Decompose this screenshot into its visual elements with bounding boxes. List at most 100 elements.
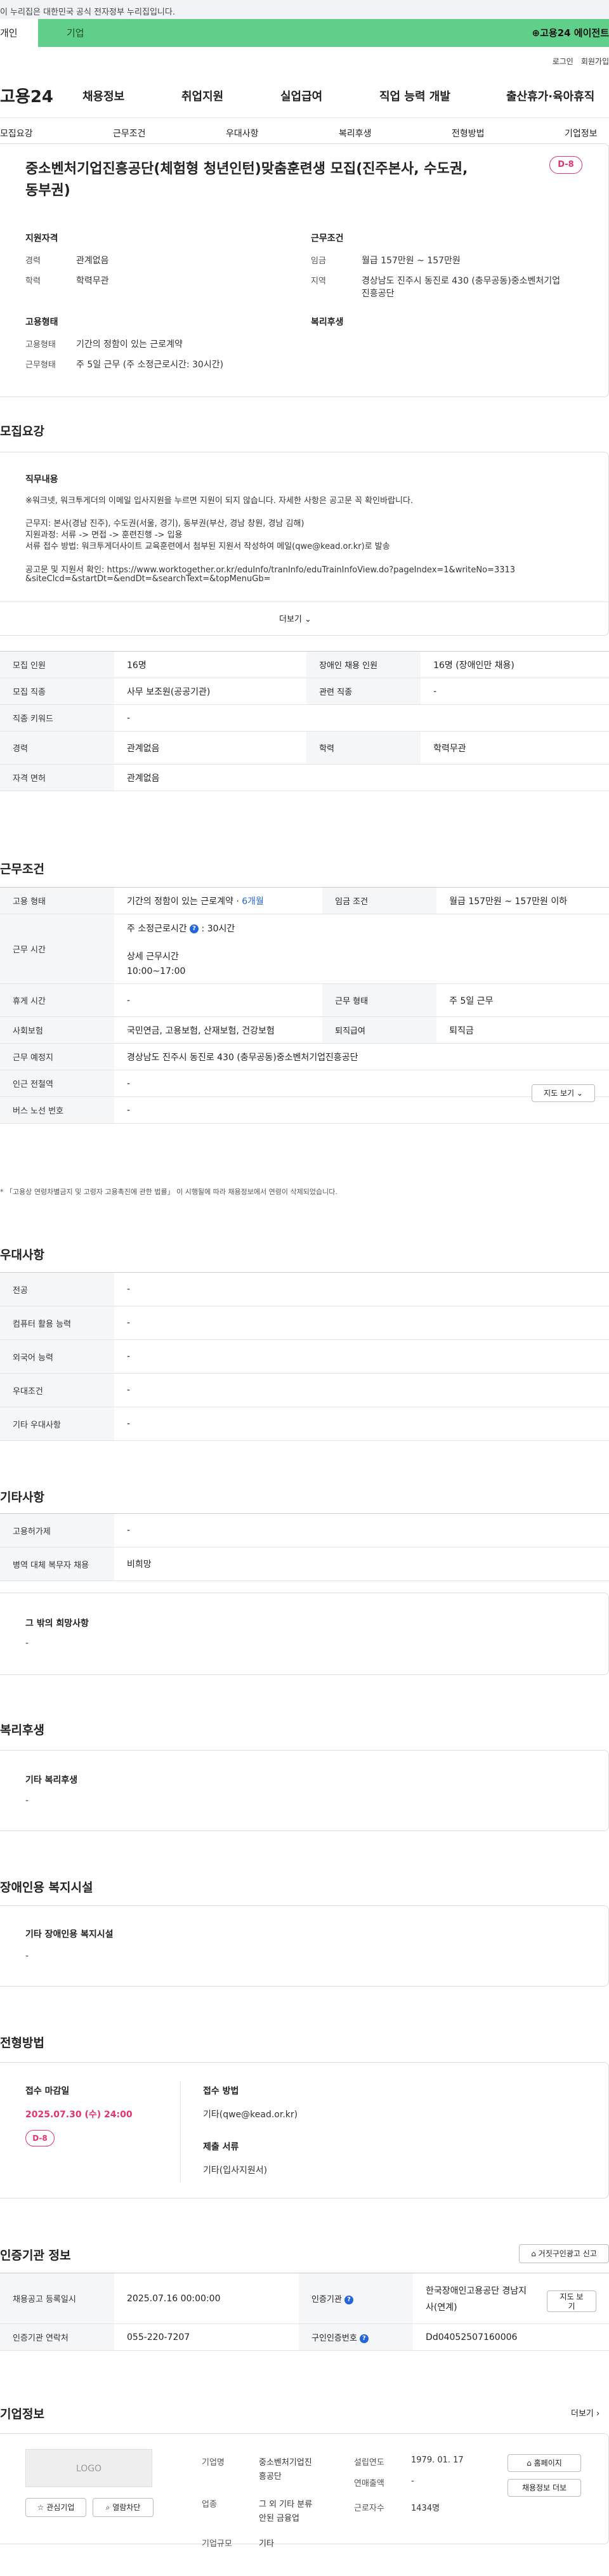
- search-icon: ⌕: [105, 2503, 110, 2512]
- favorite-company-button[interactable]: ☆ 관심기업: [25, 2498, 86, 2517]
- global-nav: 고용24 채용정보 취업지원 실업급여 직업 능력 개발 출산휴가·육아휴직: [0, 72, 609, 118]
- location-value-2: 진흥공단: [362, 289, 395, 299]
- tab-company[interactable]: 기업정보: [565, 127, 598, 140]
- menu-parental-leave[interactable]: 출산휴가·육아휴직: [506, 88, 594, 104]
- section-cert-title: 인증기관 정보: [0, 2249, 71, 2263]
- screening-box: [0, 2062, 609, 2198]
- cell-value: 055-220-7207: [114, 2323, 299, 2351]
- star-icon: ☆: [37, 2503, 44, 2512]
- founded-value: 1979. 01. 17: [411, 2455, 464, 2465]
- cell-value: -: [114, 1272, 609, 1306]
- etc-box-value: -: [25, 1638, 29, 1648]
- login-link[interactable]: 로그인: [553, 57, 573, 66]
- table-row: 인증기관 연락처 055-220-7207 구인인증번호 ? Dd0405250716…: [0, 2323, 609, 2351]
- cell-key: 근무 형태: [322, 983, 437, 1017]
- cell-value: 퇴직금: [436, 1016, 609, 1044]
- duty-heading: 직무내용: [25, 475, 58, 485]
- cell-value: -: [114, 704, 609, 732]
- etc-box-heading: 그 밖의 희망사항: [25, 1619, 89, 1629]
- duty-line-5[interactable]: 공고문 및 지원서 확인: https://www.worktogether.o…: [25, 563, 515, 575]
- report-ad-button[interactable]: ⌂ 거짓구인광고 신고: [519, 2244, 609, 2263]
- weekly-hours-label: 주 소정근로시간: [127, 923, 187, 934]
- top-bar: 개인 기업 ⊕고용24 에이전트: [0, 19, 609, 47]
- menu-skill-development[interactable]: 직업 능력 개발: [379, 88, 450, 104]
- cell-value: -: [114, 983, 323, 1017]
- tab-welfare[interactable]: 복리후생: [339, 127, 372, 140]
- industry-value-2: 안된 금융업: [259, 2514, 299, 2523]
- menu-employment-support[interactable]: 취업지원: [181, 88, 223, 104]
- cell-key: 모집 인원: [0, 651, 114, 678]
- info-icon[interactable]: ?: [344, 2295, 354, 2304]
- industry-value-1: 그 외 기타 분류: [259, 2500, 313, 2509]
- cert-map-button[interactable]: 지도 보기: [547, 2290, 596, 2312]
- table-row: 인근 전철역 -: [0, 1070, 609, 1097]
- table-row: 근무 시간 주 소정근로시간 ? : 30시간 상세 근무시간 10:00~17…: [0, 914, 609, 984]
- company-more-link[interactable]: 더보기 ›: [571, 2407, 599, 2419]
- cell-value: 16명 (장애인만 채용): [421, 651, 609, 678]
- page: 이 누리집은 대한민국 공식 전자정부 누리집입니다. 개인 기업 ⊕고용24 …: [0, 0, 609, 2576]
- weekly-hours-value: 30시간: [207, 923, 235, 934]
- info-icon[interactable]: ?: [190, 924, 199, 933]
- agent-link[interactable]: ⊕고용24 에이전트: [532, 19, 609, 47]
- company-size-value: 기타: [259, 2539, 274, 2549]
- welfare-box-value: -: [25, 1796, 29, 1806]
- cell-key: 병역 대체 복무자 채용: [0, 1547, 114, 1581]
- cell-value: 16명: [114, 651, 307, 678]
- welfare-box-heading: 기타 복리후생: [25, 1775, 78, 1785]
- enterprise-label: 기업: [67, 27, 84, 39]
- cell-value: Dd04052507160006: [413, 2323, 609, 2351]
- job-title: 중소벤처기업진흥공단(체험형 청년인턴)맞춤훈련생 모집(진주본사, 수도권, …: [25, 161, 468, 199]
- section-welfare-title: 복리후생: [0, 1723, 44, 1737]
- more-jobs-button[interactable]: 채용정보 더보: [508, 2479, 581, 2497]
- map-view-button[interactable]: 지도 보기 ⌄: [532, 1084, 595, 1102]
- cell-key: 근무 예정지: [0, 1043, 114, 1070]
- cell-value: -: [114, 1513, 609, 1548]
- tab-conditions[interactable]: 근무조건: [113, 127, 146, 140]
- cell-key: 버스 노선 번호: [0, 1096, 114, 1124]
- section-facility-title: 장애인용 복지시설: [0, 1881, 93, 1895]
- homepage-button[interactable]: ⌂ 홈페이지: [508, 2454, 581, 2472]
- duty-line-3: 지원과정: 서류 -> 면접 -> 훈련진행 -> 입용: [25, 530, 183, 540]
- section-etc-title: 기타사항: [0, 1490, 44, 1504]
- company-name-value-2: 흥공단: [259, 2472, 282, 2481]
- tab-screening[interactable]: 전형방법: [452, 127, 485, 140]
- industry-label: 업종: [202, 2500, 217, 2509]
- table-row: 자격 면허 관계없음: [0, 764, 609, 791]
- agent-icon: ⊕: [532, 27, 540, 39]
- info-icon[interactable]: ?: [359, 2334, 369, 2343]
- education-label: 학력: [25, 277, 41, 286]
- education-value: 학력무관: [76, 276, 109, 286]
- company-size-label: 기업규모: [202, 2539, 232, 2549]
- menu-unemployment-benefit[interactable]: 실업급여: [280, 88, 322, 104]
- company-more-label: 더보기: [571, 2409, 594, 2419]
- cell-value: 사무 보조원(공공기관): [114, 678, 307, 705]
- section-conditions-title: 근무조건: [0, 862, 44, 876]
- preference-table: 전공 - 컴퓨터 활용 능력 - 외국어 능력 - 우대조건 - 기타 우대사항 -: [0, 1272, 609, 1441]
- signup-link[interactable]: 회원가입: [581, 57, 609, 66]
- deadline-heading: 접수 마감일: [25, 2086, 70, 2096]
- menu-job-info[interactable]: 채용정보: [82, 88, 124, 104]
- block-view-button[interactable]: ⌕ 열람차단: [93, 2498, 154, 2517]
- cell-value: 관계없음: [114, 764, 609, 791]
- documents-value: 기타(입사지원서): [203, 2165, 268, 2176]
- conditions-table: 고용 형태 기간의 정함이 있는 근로계약 · 6개월 임금 조건 월급 157만원 …: [0, 887, 609, 1124]
- table-row: 병역 대체 복무자 채용 비희망: [0, 1547, 609, 1581]
- wage-label: 임금: [311, 256, 326, 266]
- cell-value: -: [114, 1407, 609, 1441]
- enterprise-tab[interactable]: 기업 ⊕고용24 에이전트: [38, 19, 609, 47]
- dday-badge: D-8: [549, 156, 582, 174]
- table-row: 고용 형태 기간의 정함이 있는 근로계약 · 6개월 임금 조건 월급 157만원 …: [0, 887, 609, 914]
- facility-box-value: -: [25, 1951, 29, 1961]
- more-button[interactable]: 더보기 ⌄: [279, 612, 311, 624]
- cell-value: 비희망: [114, 1547, 609, 1581]
- facility-box: [0, 1905, 609, 1987]
- duty-line-6[interactable]: &siteClcd=&startDt=&endDt=&searchText=&t…: [25, 574, 271, 584]
- cell-value: 주 5일 근무: [436, 983, 609, 1017]
- site-logo[interactable]: 고용24: [0, 84, 53, 107]
- etc-box: [0, 1593, 609, 1675]
- chevron-right-icon: ›: [596, 2409, 600, 2419]
- cert-no-label: 구인인증번호: [311, 2334, 357, 2343]
- individual-tab[interactable]: 개인: [0, 19, 38, 47]
- tab-recruit[interactable]: 모집요강: [0, 127, 33, 140]
- tab-preference[interactable]: 우대사항: [226, 127, 259, 140]
